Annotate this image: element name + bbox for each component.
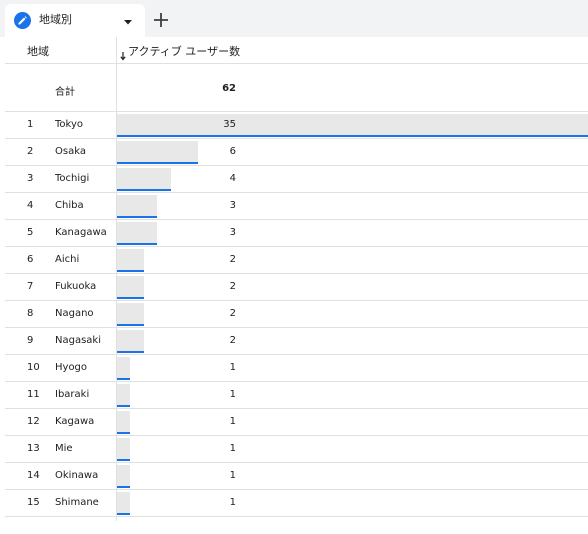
add-tab-icon[interactable] <box>150 9 172 31</box>
row-region[interactable]: Fukuoka <box>55 281 96 293</box>
row-value: 2 <box>229 335 236 346</box>
table-row[interactable]: 12 Kagawa 1 <box>5 409 588 436</box>
row-region[interactable]: Nagasaki <box>55 335 101 347</box>
row-region[interactable]: Aichi <box>55 254 79 266</box>
table-row[interactable]: 8 Nagano 2 <box>5 301 588 328</box>
row-rank: 7 <box>27 281 34 292</box>
metric-header[interactable]: アクティブ ユーザー数 <box>128 45 240 59</box>
row-value: 35 <box>223 119 236 130</box>
tab-label: 地域別 <box>39 13 72 26</box>
region-table: 地域 アクティブ ユーザー数 合計 62 1 Tokyo 35 2 Osaka 6 3 Toc… <box>5 37 588 534</box>
row-region[interactable]: Kagawa <box>55 416 94 428</box>
row-value: 4 <box>229 173 236 184</box>
row-value: 3 <box>229 200 236 211</box>
tab-by-region[interactable]: 地域別 <box>5 4 145 37</box>
row-value: 1 <box>229 389 236 400</box>
table-row[interactable]: 15 Shimane 1 <box>5 490 588 517</box>
row-region[interactable]: Nagano <box>55 308 94 320</box>
row-value: 2 <box>229 281 236 292</box>
row-value: 2 <box>229 308 236 319</box>
table-row[interactable]: 9 Nagasaki 2 <box>5 328 588 355</box>
total-value: 62 <box>222 83 236 94</box>
row-rank: 15 <box>27 497 40 508</box>
row-rank: 11 <box>27 389 40 400</box>
row-rank: 12 <box>27 416 40 427</box>
table-row[interactable]: 13 Mie 1 <box>5 436 588 463</box>
row-region[interactable]: Chiba <box>55 200 84 212</box>
table-row[interactable]: 3 Tochigi 4 <box>5 166 588 193</box>
table-row[interactable]: 7 Fukuoka 2 <box>5 274 588 301</box>
dimension-header[interactable]: 地域 <box>27 45 49 59</box>
pencil-icon[interactable] <box>14 12 31 29</box>
row-rank: 14 <box>27 470 40 481</box>
row-region[interactable]: Tokyo <box>55 119 83 131</box>
row-rank: 6 <box>27 254 34 265</box>
row-value: 1 <box>229 416 236 427</box>
row-rank: 1 <box>27 119 34 130</box>
row-value: 1 <box>229 443 236 454</box>
table-row[interactable]: 10 Hyogo 1 <box>5 355 588 382</box>
row-rank: 3 <box>27 173 34 184</box>
row-divider <box>5 516 588 517</box>
row-region[interactable]: Kanagawa <box>55 227 107 239</box>
table-row[interactable]: 1 Tokyo 35 <box>5 112 588 139</box>
table-row[interactable]: 4 Chiba 3 <box>5 193 588 220</box>
tab-bar: 地域別 <box>0 0 588 37</box>
row-rank: 8 <box>27 308 34 319</box>
chevron-down-icon[interactable] <box>121 14 135 28</box>
row-region[interactable]: Mie <box>55 443 73 455</box>
row-value: 1 <box>229 362 236 373</box>
row-rank: 9 <box>27 335 34 346</box>
row-value: 2 <box>229 254 236 265</box>
row-rank: 4 <box>27 200 34 211</box>
row-region[interactable]: Ibaraki <box>55 389 89 401</box>
row-value: 3 <box>229 227 236 238</box>
row-rank: 10 <box>27 362 40 373</box>
row-value: 1 <box>229 497 236 508</box>
row-region[interactable]: Shimane <box>55 497 99 509</box>
row-value: 1 <box>229 470 236 481</box>
row-region[interactable]: Okinawa <box>55 470 98 482</box>
table-row[interactable]: 2 Osaka 6 <box>5 139 588 166</box>
table-row[interactable]: 14 Okinawa 1 <box>5 463 588 490</box>
row-rank: 5 <box>27 227 34 238</box>
row-region[interactable]: Hyogo <box>55 362 87 374</box>
row-rank: 13 <box>27 443 40 454</box>
row-region[interactable]: Tochigi <box>55 173 89 185</box>
row-rank: 2 <box>27 146 34 157</box>
total-label: 合計 <box>55 87 75 98</box>
header-divider <box>5 63 588 64</box>
table-row[interactable]: 6 Aichi 2 <box>5 247 588 274</box>
row-value: 6 <box>229 146 236 157</box>
row-region[interactable]: Osaka <box>55 146 86 158</box>
sort-descending-icon[interactable] <box>120 46 126 61</box>
table-row[interactable]: 5 Kanagawa 3 <box>5 220 588 247</box>
table-row[interactable]: 11 Ibaraki 1 <box>5 382 588 409</box>
